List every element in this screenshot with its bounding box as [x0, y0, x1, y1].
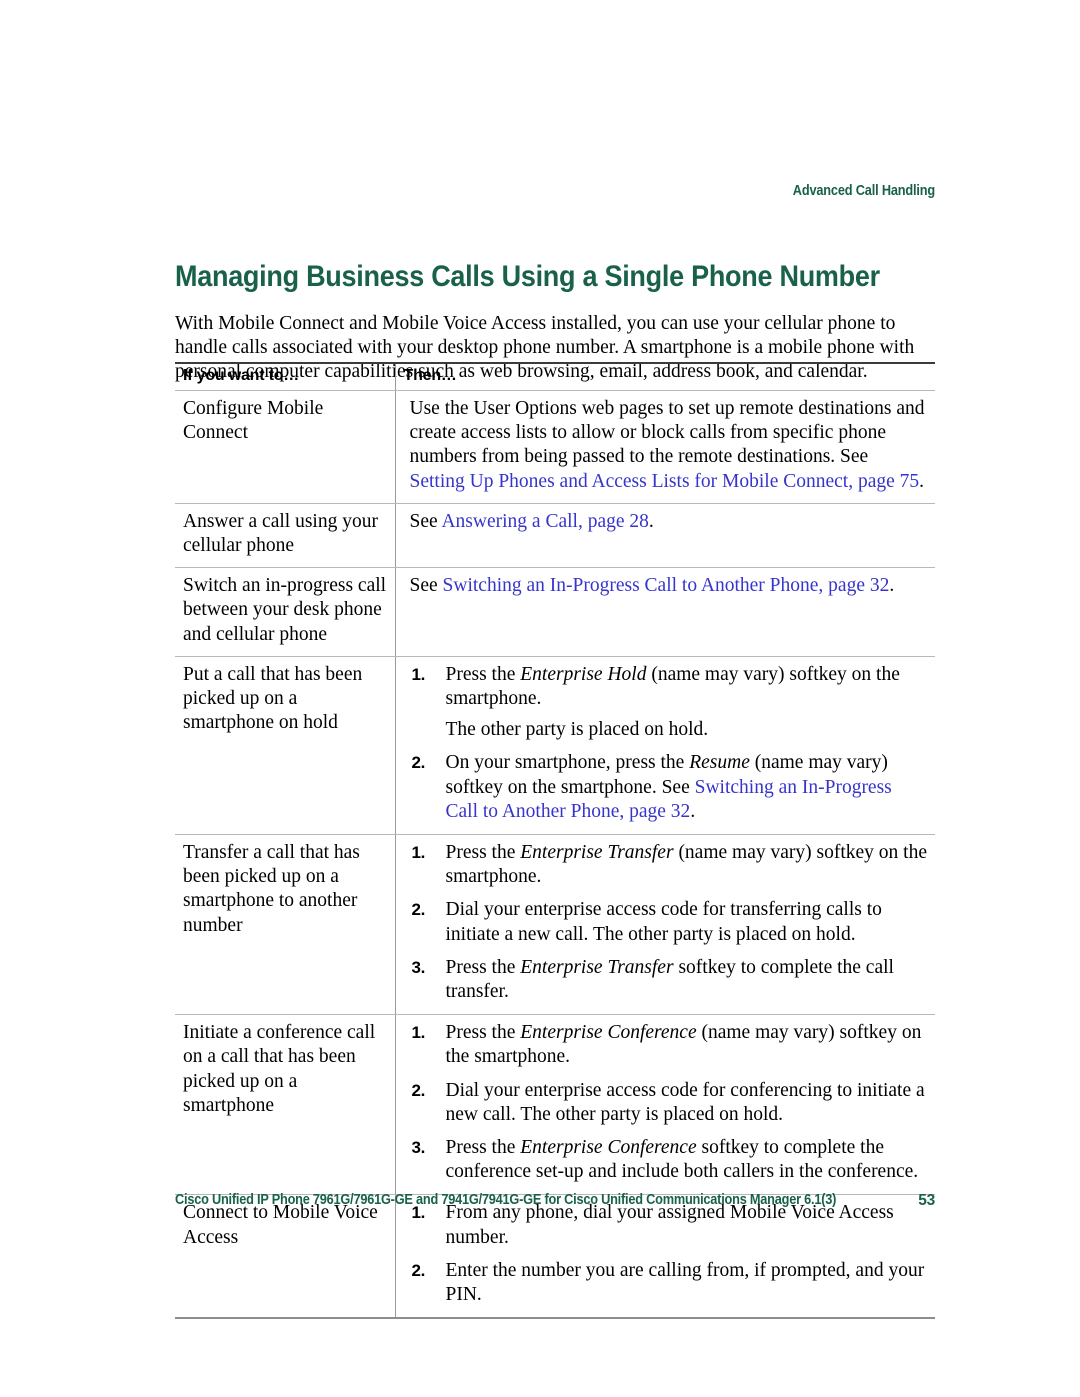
action-cell: Use the User Options web pages to set up…	[394, 390, 935, 504]
text-run: Use the User Options web pages to set up…	[409, 398, 925, 468]
action-cell: See Switching an In-Progress Call to Ano…	[394, 567, 935, 657]
step-number: 3.	[411, 957, 426, 977]
task-cell: Answer a call using your cellular phone	[175, 503, 395, 569]
step-item: 1. From any phone, dial your assigned Mob…	[410, 1201, 928, 1249]
text-run: Press the	[445, 1022, 521, 1044]
softkey-name: Enterprise Transfer	[520, 842, 674, 864]
step-number: 1.	[411, 1023, 426, 1043]
step-item: 1. Press the Enterprise Hold (name may va…	[410, 663, 928, 743]
text-run: Press the	[445, 1137, 521, 1159]
step-number: 1.	[411, 664, 426, 684]
softkey-name: Enterprise Hold	[520, 663, 647, 685]
footer-page-number: 53	[918, 1192, 935, 1209]
step-number: 2.	[411, 1260, 426, 1280]
text-run: Press the	[445, 663, 521, 685]
step-item: 3. Press the Enterprise Conference softke…	[410, 1136, 928, 1184]
running-head: Advanced Call Handling	[792, 183, 935, 199]
step-list: 1. Press the Enterprise Hold (name may va…	[410, 663, 928, 824]
document-page: Advanced Call Handling Managing Business…	[0, 0, 1080, 1397]
step-list: 1. From any phone, dial your assigned Mob…	[410, 1201, 928, 1307]
text-run: Dial your enterprise access code for tra…	[445, 899, 882, 945]
step-text: Press the Enterprise Conference (name ma…	[446, 1021, 928, 1069]
table-row: Initiate a conference call on a call tha…	[175, 1014, 935, 1196]
action-paragraph: See Switching an In-Progress Call to Ano…	[410, 574, 928, 598]
column-header-action: Then…	[394, 362, 935, 391]
column-header-task: If you want to…	[175, 362, 395, 391]
step-note: The other party is placed on hold.	[445, 719, 709, 741]
text-run: Press the	[445, 842, 521, 864]
step-item: 2. Dial your enterprise access code for c…	[410, 1079, 928, 1127]
softkey-name: Enterprise Conference	[520, 1022, 697, 1044]
task-cell: Connect to Mobile Voice Access	[175, 1194, 395, 1320]
page-title: Managing Business Calls Using a Single P…	[175, 260, 880, 294]
action-cell: 1. From any phone, dial your assigned Mob…	[394, 1194, 935, 1320]
task-cell: Put a call that has been picked up on a …	[175, 656, 395, 836]
table-row: Transfer a call that has been picked up …	[175, 834, 935, 1016]
step-text: Press the Enterprise Transfer (name may …	[446, 841, 928, 889]
table-row: Connect to Mobile Voice Access 1. From any…	[175, 1194, 935, 1320]
text-run: From any phone, dial your assigned Mobil…	[445, 1202, 894, 1248]
step-number: 2.	[411, 1080, 426, 1100]
step-item: 2. Enter the number you are calling from,…	[410, 1259, 928, 1307]
table-header-row: If you want to… Then…	[175, 362, 935, 391]
step-item: 2. On your smartphone, press the Resume (…	[410, 751, 928, 824]
table-row: Configure Mobile Connect Use the User Opt…	[175, 390, 935, 504]
step-item: 2. Dial your enterprise access code for t…	[410, 898, 928, 946]
softkey-name: Enterprise Conference	[520, 1137, 697, 1159]
step-number: 3.	[411, 1138, 426, 1158]
text-run: Enter the number you are calling from, i…	[445, 1259, 925, 1306]
step-number: 2.	[411, 753, 426, 773]
step-text: Press the Enterprise Hold (name may vary…	[446, 663, 928, 711]
step-text: Enter the number you are calling from, i…	[446, 1259, 928, 1307]
step-text: Dial your enterprise access code for tra…	[446, 898, 928, 946]
text-run: On your smartphone, press the	[445, 752, 690, 774]
action-cell: See Answering a Call, page 28.	[394, 503, 935, 569]
page-footer: Cisco Unified IP Phone 7961G/7961G-GE an…	[175, 1192, 935, 1209]
text-run: See	[409, 575, 443, 597]
text-run: Press the	[445, 956, 521, 978]
table-head: If you want to… Then…	[175, 362, 935, 391]
task-cell: Transfer a call that has been picked up …	[175, 834, 395, 1016]
task-table-wrapper: If you want to… Then… Configure Mobile C…	[175, 362, 935, 1320]
step-list: 1. Press the Enterprise Conference (name …	[410, 1021, 928, 1184]
text-run: See	[409, 510, 442, 532]
action-cell: 1. Press the Enterprise Transfer (name ma…	[394, 834, 935, 1016]
table-body: Configure Mobile Connect Use the User Opt…	[175, 390, 935, 1320]
text-run: .	[690, 800, 696, 822]
table-row: Put a call that has been picked up on a …	[175, 656, 935, 836]
step-text: Press the Enterprise Conference softkey …	[446, 1136, 928, 1184]
action-cell: 1. Press the Enterprise Hold (name may va…	[394, 656, 935, 836]
table-row: Switch an in-progress call between your …	[175, 567, 935, 657]
text-run: Dial your enterprise access code for con…	[445, 1079, 925, 1125]
step-text: Dial your enterprise access code for con…	[446, 1079, 928, 1127]
text-run: .	[889, 575, 895, 597]
cross-reference-link[interactable]: Answering a Call, page 28	[441, 511, 648, 532]
text-run: .	[919, 470, 925, 492]
step-item: 1. Press the Enterprise Conference (name …	[410, 1021, 928, 1069]
action-paragraph: Use the User Options web pages to set up…	[410, 397, 928, 494]
step-number: 1.	[411, 843, 426, 863]
footer-text: Cisco Unified IP Phone 7961G/7961G-GE an…	[175, 1192, 837, 1208]
step-text: On your smartphone, press the Resume (na…	[446, 751, 928, 824]
step-item: 1. Press the Enterprise Transfer (name ma…	[410, 841, 928, 889]
action-cell: 1. Press the Enterprise Conference (name …	[394, 1014, 935, 1196]
softkey-name: Resume	[689, 752, 750, 774]
step-text: Press the Enterprise Transfer softkey to…	[446, 956, 928, 1004]
step-number: 2.	[411, 900, 426, 920]
text-run: .	[648, 510, 654, 532]
task-cell: Initiate a conference call on a call tha…	[175, 1014, 395, 1196]
task-table: If you want to… Then… Configure Mobile C…	[175, 362, 935, 1320]
step-item: 3. Press the Enterprise Transfer softkey …	[410, 956, 928, 1004]
step-text: From any phone, dial your assigned Mobil…	[446, 1201, 928, 1249]
softkey-name: Enterprise Transfer	[520, 956, 674, 978]
action-paragraph: See Answering a Call, page 28.	[410, 510, 928, 534]
table-row: Answer a call using your cellular phone S…	[175, 503, 935, 569]
step-list: 1. Press the Enterprise Transfer (name ma…	[410, 841, 928, 1004]
cross-reference-link[interactable]: Switching an In-Progress Call to Another…	[443, 575, 890, 596]
task-cell: Configure Mobile Connect	[175, 390, 395, 504]
task-cell: Switch an in-progress call between your …	[175, 567, 395, 657]
cross-reference-link[interactable]: Setting Up Phones and Access Lists for M…	[410, 471, 920, 492]
